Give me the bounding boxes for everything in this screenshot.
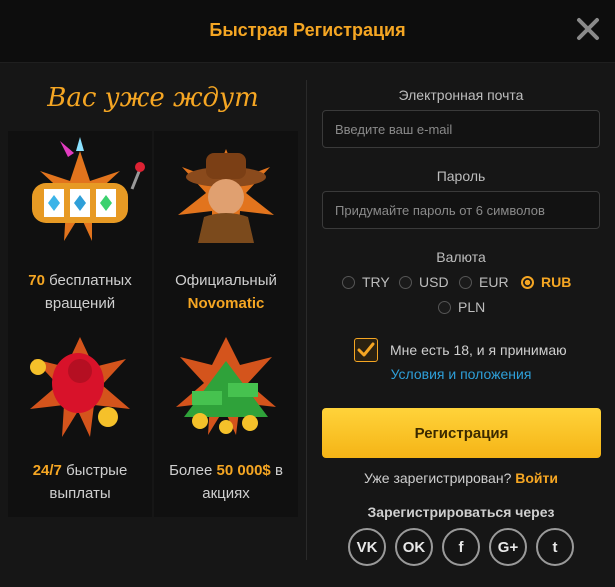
currency-label-rub: RUB <box>541 274 572 290</box>
fire-character-icon <box>30 337 130 437</box>
currency-label-try: TRY <box>362 274 390 290</box>
currency-label: Валюта <box>436 249 486 265</box>
promo-caption-text: бесплатных <box>44 272 132 289</box>
email-label: Электронная почта <box>398 87 524 103</box>
currency-radio-eur[interactable]: EUR <box>459 274 509 290</box>
promo-highlight: Novomatic <box>187 295 265 312</box>
registration-modal: Быстрая Регистрация Вас уже ждут 70 бесп… <box>0 0 615 587</box>
radio-dot <box>521 275 534 289</box>
promo-tile-payouts: 24/7 быстрые выплаты <box>8 321 152 517</box>
odnoklassniki-icon[interactable]: OK <box>395 528 433 566</box>
terms-link[interactable]: Условия и положения <box>307 366 615 382</box>
promo-tile-novomatic: Официальный Novomatic <box>154 131 298 327</box>
currency-radio-rub[interactable]: RUB <box>521 274 571 290</box>
password-label: Пароль <box>436 168 486 184</box>
registration-form: Электронная почта Пароль Валюта TRY USD … <box>307 63 615 587</box>
already-registered: Уже зарегистрирован? Войти <box>307 470 615 486</box>
promo-caption: Официальный Novomatic <box>154 269 298 315</box>
modal-title: Быстрая Регистрация <box>209 20 406 40</box>
facebook-icon[interactable]: f <box>442 528 480 566</box>
currency-label-pln: PLN <box>458 299 486 315</box>
already-text: Уже зарегистрирован? <box>364 470 512 486</box>
currency-radio-try[interactable]: TRY <box>342 274 390 290</box>
promo-caption-text: Более <box>169 462 217 479</box>
promo-caption-text: быстрые <box>61 462 128 479</box>
twitter-icon[interactable]: t <box>536 528 574 566</box>
login-link[interactable]: Войти <box>515 470 558 486</box>
currency-label-eur: EUR <box>479 274 509 290</box>
promo-caption-text: Официальный <box>175 272 277 289</box>
close-icon[interactable] <box>575 16 601 42</box>
radio-dot <box>438 300 451 314</box>
promo-panel: Вас уже ждут 70 бесплатных вращений Офиц… <box>0 63 306 587</box>
slot-machine-icon <box>32 137 145 241</box>
radio-dot <box>342 275 355 289</box>
radio-dot <box>459 275 472 289</box>
money-pile-icon <box>176 337 276 435</box>
social-label: Зарегистрироваться через <box>367 504 555 520</box>
register-button[interactable]: Регистрация <box>322 408 601 458</box>
modal-header: Быстрая Регистрация <box>0 0 615 63</box>
currency-radio-usd[interactable]: USD <box>399 274 449 290</box>
google-plus-icon[interactable]: G+ <box>489 528 527 566</box>
promo-tile-free-spins: 70 бесплатных вращений <box>8 131 152 327</box>
promo-highlight: 50 000$ <box>216 462 271 479</box>
promo-caption-suffix: в <box>270 462 283 479</box>
promo-caption: Более 50 000$ в акциях <box>154 459 298 505</box>
promo-caption: 70 бесплатных вращений <box>8 269 152 315</box>
currency-label-usd: USD <box>419 274 449 290</box>
promo-tile-promotions: Более 50 000$ в акциях <box>154 321 298 517</box>
promo-caption-line2: акциях <box>202 485 250 502</box>
password-field[interactable] <box>322 191 600 229</box>
promo-caption-line2: вращений <box>44 295 116 312</box>
promo-heading: Вас уже ждут <box>47 83 259 113</box>
age-terms-text: Мне есть 18, и я принимаю <box>390 342 567 358</box>
currency-radio-pln[interactable]: PLN <box>438 299 485 315</box>
novomatic-character-icon <box>178 149 274 243</box>
promo-highlight: 24/7 <box>32 462 62 479</box>
radio-dot <box>399 275 412 289</box>
promo-caption-line2: выплаты <box>49 485 111 502</box>
vk-icon[interactable]: VK <box>348 528 386 566</box>
promo-highlight: 70 <box>28 272 45 289</box>
age-checkbox[interactable] <box>354 338 378 362</box>
email-field[interactable] <box>322 110 600 148</box>
promo-caption: 24/7 быстрые выплаты <box>8 459 152 505</box>
